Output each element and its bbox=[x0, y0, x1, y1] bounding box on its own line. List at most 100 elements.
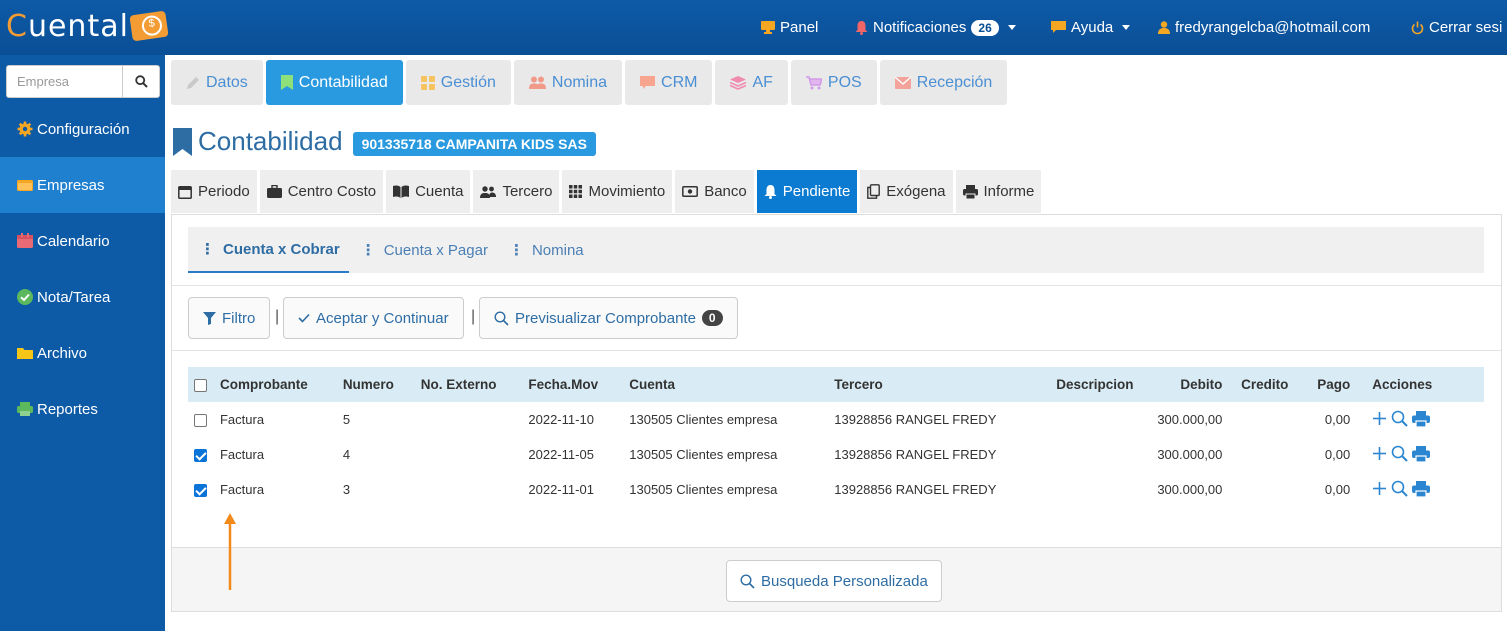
users-icon bbox=[528, 76, 546, 89]
toolbar-separator: | bbox=[471, 308, 476, 325]
company-search bbox=[6, 65, 160, 98]
search-icon[interactable] bbox=[1391, 410, 1408, 427]
sidebar-item-nota-tarea[interactable]: Nota/Tarea bbox=[0, 269, 165, 325]
column-header[interactable]: Descripcion bbox=[1050, 367, 1140, 402]
module-tab-gestion[interactable]: Gestión bbox=[405, 60, 511, 105]
column-header[interactable]: Comprobante bbox=[213, 367, 337, 402]
company-search-button[interactable] bbox=[123, 65, 160, 98]
module-tab-pos[interactable]: POS bbox=[790, 60, 877, 105]
toolbar-separator: | bbox=[275, 308, 280, 325]
aceptar-continuar-button[interactable]: Aceptar y Continuar bbox=[283, 297, 464, 339]
cell-fecha: 2022-11-01 bbox=[528, 482, 594, 497]
sidebar-item-label: Reportes bbox=[37, 400, 98, 418]
tab-exogena[interactable]: Exógena bbox=[860, 170, 953, 213]
pendiente-subtabs: ⋮ Cuenta x Cobrar ⋮ Cuenta x Pagar ⋮ Nom… bbox=[188, 227, 1484, 273]
subtab-cuenta-x-cobrar[interactable]: ⋮ Cuenta x Cobrar bbox=[188, 227, 349, 273]
notification-count-badge: 26 bbox=[971, 19, 999, 36]
module-tab-recepcion[interactable]: Recepción bbox=[879, 60, 1008, 105]
module-tab-crm[interactable]: CRM bbox=[625, 60, 713, 105]
subtab-cuenta-x-pagar[interactable]: ⋮ Cuenta x Pagar bbox=[349, 227, 497, 273]
row-checkbox[interactable] bbox=[194, 414, 207, 428]
sidebar-item-label: Empresas bbox=[37, 176, 105, 194]
column-header[interactable]: Credito bbox=[1228, 367, 1295, 402]
sidebar-item-empresas[interactable]: Empresas bbox=[0, 157, 165, 213]
company-search-input[interactable] bbox=[6, 65, 123, 98]
cell-cuenta: 130505 Clientes empresa bbox=[629, 412, 778, 427]
column-header[interactable]: Fecha.Mov bbox=[522, 367, 624, 402]
module-tab-af[interactable]: AF bbox=[715, 60, 788, 105]
subtab-nomina[interactable]: ⋮ Nomina bbox=[497, 227, 593, 273]
tab-periodo[interactable]: Periodo bbox=[171, 170, 257, 213]
busqueda-personalizada-button[interactable]: Busqueda Personalizada bbox=[726, 560, 942, 602]
layers-icon bbox=[730, 75, 747, 90]
column-header[interactable]: No. Externo bbox=[414, 367, 523, 402]
filtro-button[interactable]: Filtro bbox=[188, 297, 271, 339]
cell-cuenta: 130505 Clientes empresa bbox=[629, 447, 778, 462]
row-actions bbox=[1356, 402, 1484, 437]
nav-user-email: fredyrangelcba@hotmail.com bbox=[1175, 19, 1371, 36]
search-icon[interactable] bbox=[1391, 445, 1408, 462]
column-header[interactable]: Cuenta bbox=[623, 367, 829, 402]
tab-label: Informe bbox=[983, 183, 1035, 200]
search-icon bbox=[134, 75, 148, 88]
table-row[interactable]: Factura 4 2022-11-05 130505 Clientes empres… bbox=[188, 437, 1484, 472]
panel-footer: Busqueda Personalizada bbox=[172, 547, 1501, 611]
logo-initial: C bbox=[6, 8, 28, 44]
module-tab-nomina[interactable]: Nomina bbox=[513, 60, 623, 105]
nav-panel-label: Panel bbox=[780, 19, 819, 36]
tab-tercero[interactable]: Tercero bbox=[473, 170, 560, 213]
tab-label: Centro Costo bbox=[287, 183, 377, 200]
cell-debito: 300.000,00 bbox=[1157, 482, 1223, 497]
module-tab-label: Gestión bbox=[440, 73, 496, 91]
search-icon[interactable] bbox=[1391, 480, 1408, 497]
chevron-down-icon bbox=[1007, 25, 1016, 30]
sidebar-item-archivo[interactable]: Archivo bbox=[0, 325, 165, 381]
cell-comprobante: Factura bbox=[219, 412, 265, 427]
column-header[interactable]: Tercero bbox=[828, 367, 1051, 402]
cell-pago: 0,00 bbox=[1324, 447, 1351, 462]
tab-movimiento[interactable]: Movimiento bbox=[562, 170, 673, 213]
module-tab-label: Datos bbox=[206, 73, 248, 91]
tab-banco[interactable]: Banco bbox=[675, 170, 754, 213]
nav-notificaciones[interactable]: Notificaciones 26 bbox=[855, 0, 1016, 55]
subtab-label: Nomina bbox=[531, 241, 584, 259]
nav-panel[interactable]: Panel bbox=[761, 0, 818, 55]
cell-numero: 5 bbox=[342, 412, 351, 427]
column-header[interactable]: Numero bbox=[336, 367, 415, 402]
print-icon[interactable] bbox=[1412, 410, 1431, 427]
column-header[interactable]: Pago bbox=[1294, 367, 1357, 402]
cell-debito: 300.000,00 bbox=[1157, 447, 1223, 462]
tab-label: Cuenta bbox=[415, 183, 464, 200]
previsualizar-comprobante-button[interactable]: Previsualizar Comprobante 0 bbox=[479, 297, 738, 339]
filter-icon bbox=[203, 311, 216, 325]
tab-informe[interactable]: Informe bbox=[955, 170, 1042, 213]
row-checkbox[interactable] bbox=[194, 484, 207, 498]
sidebar-item-configuracion[interactable]: Configuración bbox=[0, 101, 165, 157]
tab-pendiente[interactable]: Pendiente bbox=[756, 170, 858, 213]
comment-icon bbox=[640, 75, 656, 89]
print-icon[interactable] bbox=[1412, 480, 1431, 497]
column-header[interactable]: Debito bbox=[1139, 367, 1229, 402]
annotation-arrow-icon bbox=[224, 513, 236, 590]
module-tab-datos[interactable]: Datos bbox=[171, 60, 263, 105]
cell-cuenta: 130505 Clientes empresa bbox=[629, 482, 778, 497]
nav-cerrar-sesion[interactable]: Cerrar sesi bbox=[1411, 0, 1502, 55]
nav-ayuda[interactable]: Ayuda bbox=[1051, 0, 1131, 55]
nav-ayuda-label: Ayuda bbox=[1071, 19, 1114, 36]
module-tab-contabilidad[interactable]: Contabilidad bbox=[265, 60, 403, 105]
plus-icon[interactable] bbox=[1372, 481, 1387, 496]
tab-cuenta[interactable]: Cuenta bbox=[386, 170, 471, 213]
sidebar-item-reportes[interactable]: Reportes bbox=[0, 381, 165, 437]
cuental-logo[interactable]: Cuental bbox=[6, 6, 169, 46]
preview-count-badge: 0 bbox=[701, 310, 723, 326]
tab-centro-costo[interactable]: Centro Costo bbox=[259, 170, 384, 213]
table-row[interactable]: Factura 5 2022-11-10 130505 Clientes empres… bbox=[188, 402, 1484, 437]
print-icon[interactable] bbox=[1412, 445, 1431, 462]
plus-icon[interactable] bbox=[1372, 446, 1387, 461]
nav-user[interactable]: fredyrangelcba@hotmail.com bbox=[1158, 0, 1370, 55]
plus-icon[interactable] bbox=[1372, 411, 1387, 426]
sidebar-item-calendario[interactable]: Calendario bbox=[0, 213, 165, 269]
table-row[interactable]: Factura 3 2022-11-01 130505 Clientes empres… bbox=[188, 472, 1484, 507]
select-all-checkbox[interactable] bbox=[194, 378, 207, 392]
row-checkbox[interactable] bbox=[194, 449, 207, 463]
